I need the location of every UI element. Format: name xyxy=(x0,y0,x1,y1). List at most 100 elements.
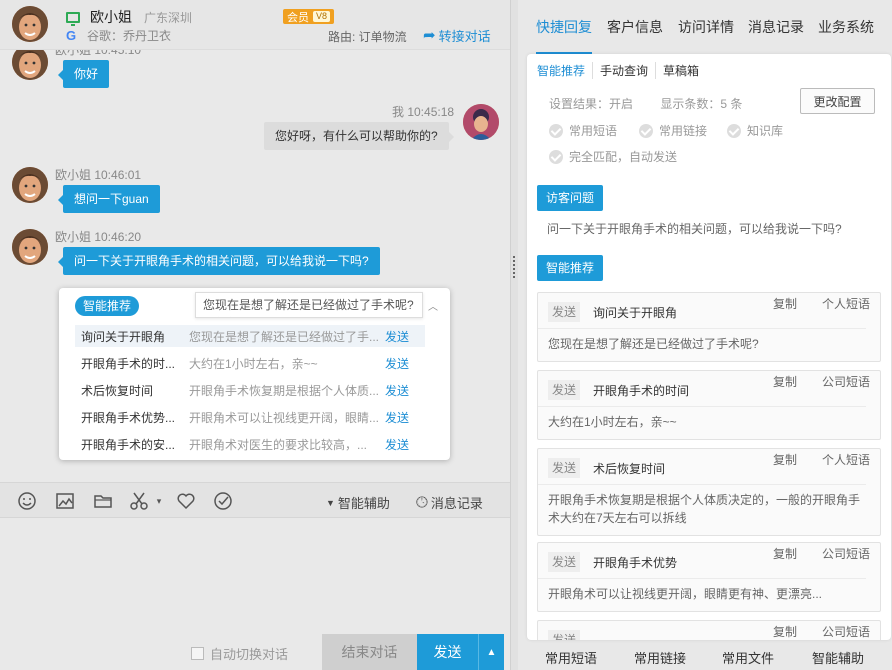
message-input[interactable] xyxy=(0,518,510,634)
check-circle-icon xyxy=(727,123,741,138)
record-send-button[interactable]: 发送 xyxy=(548,630,581,640)
member-level: V8 xyxy=(313,11,331,22)
check-circle-icon xyxy=(549,123,563,138)
tab-message-history[interactable]: 消息记录 xyxy=(748,17,804,37)
chevron-up-icon[interactable]: ︿ xyxy=(428,298,438,313)
side-tabs: 快捷回复 客户信息 访问详情 消息记录 业务系统 xyxy=(518,0,892,54)
agent-avatar xyxy=(463,104,499,140)
suggest-send-button[interactable]: 发送 xyxy=(385,355,415,372)
suggest-send-button[interactable]: 发送 xyxy=(385,328,415,345)
reply-record[interactable]: 发送 复制 公司短语 xyxy=(537,620,881,640)
record-send-button[interactable]: 发送 xyxy=(548,552,581,572)
record-send-button[interactable]: 发送 xyxy=(548,302,581,322)
suggest-send-button[interactable]: 发送 xyxy=(385,382,415,399)
chevron-down-icon[interactable]: ▾ xyxy=(148,490,170,512)
visitor-avatar xyxy=(12,229,48,265)
monitor-icon xyxy=(66,11,80,26)
check-auto-send: 完全匹配，自动发送 xyxy=(549,148,677,165)
phrase-kind: 公司短语 xyxy=(822,547,871,561)
tab-visit-detail[interactable]: 访问详情 xyxy=(678,17,734,37)
chat-panel: 欧小姐 广东深圳 会员 V8 G 谷歌：乔丹卫衣 路由: 订单物流 ➦ 转接对话… xyxy=(0,0,510,670)
suggest-row[interactable]: 开眼角手术优势... 开眼角术可以让视线更开阔，眼睛... 发送 xyxy=(75,406,425,428)
subtab-drafts[interactable]: 草稿箱 xyxy=(655,62,706,79)
tab-customer-info[interactable]: 客户信息 xyxy=(607,17,663,37)
folder-icon[interactable] xyxy=(92,490,114,512)
reply-record[interactable]: 发送 询问关于开眼角 复制 个人短语 您现在是想了解还是已经做过了手术呢? xyxy=(537,292,881,362)
check-circle-icon xyxy=(639,123,653,138)
tab-business-system[interactable]: 业务系统 xyxy=(818,17,874,37)
end-conversation-button[interactable]: 结束对话 xyxy=(322,634,417,670)
check-phrases: 常用短语 xyxy=(549,122,617,139)
suggest-row[interactable]: 询问关于开眼角 您现在是想了解还是已经做过了手... 发送 xyxy=(75,325,425,347)
message-bubble: 您好呀，有什么可以帮助你的? xyxy=(264,122,454,150)
route-label: 路由: 订单物流 xyxy=(328,30,407,44)
suggest-row[interactable]: 术后恢复时间 开眼角手术恢复期是根据个人体质... 发送 xyxy=(75,379,425,401)
visitor-name: 欧小姐 xyxy=(90,9,132,25)
suggest-tooltip: 您现在是想了解还是已经做过了手术呢? xyxy=(195,292,423,318)
message-meta: 欧小姐 10:45:10 xyxy=(55,50,142,57)
copy-button[interactable]: 复制 xyxy=(773,451,797,468)
record-send-button[interactable]: 发送 xyxy=(548,458,581,478)
suggest-send-button[interactable]: 发送 xyxy=(385,436,415,453)
message-history-button[interactable]: 🕓︎ 消息记录 xyxy=(416,493,483,512)
clock-icon: 🕓︎ xyxy=(416,494,428,511)
chat-header: 欧小姐 广东深圳 会员 V8 G 谷歌：乔丹卫衣 路由: 订单物流 ➦ 转接对话 xyxy=(0,0,510,50)
google-icon: G xyxy=(66,27,77,43)
smart-assist-toggle[interactable]: ▼ 智能辅助 xyxy=(326,493,390,512)
copy-button[interactable]: 复制 xyxy=(773,373,797,390)
side-bottom-tabs: 常用短语 常用链接 常用文件 智能辅助 xyxy=(518,640,892,670)
reply-record[interactable]: 发送 术后恢复时间 复制 个人短语 开眼角手术恢复期是根据个人体质决定的，一般的… xyxy=(537,448,881,536)
heart-icon[interactable] xyxy=(175,490,197,512)
checkbox-icon[interactable] xyxy=(191,647,204,660)
tab-quick-reply[interactable]: 快捷回复 xyxy=(536,17,592,54)
quick-reply-subtabs: 智能推荐 手动查询 草稿箱 xyxy=(537,62,706,79)
copy-button[interactable]: 复制 xyxy=(773,545,797,562)
suggest-send-button[interactable]: 发送 xyxy=(385,409,415,426)
side-panel: 快捷回复 客户信息 访问详情 消息记录 业务系统 智能推荐 手动查询 草稿箱 设… xyxy=(518,0,892,670)
send-options-icon[interactable]: ▲ xyxy=(478,634,504,670)
smart-suggest-tag: 智能推荐 xyxy=(75,296,140,316)
phrase-kind: 公司短语 xyxy=(822,625,871,639)
evaluate-icon[interactable] xyxy=(212,490,234,512)
suggest-row[interactable]: 开眼角手术的安... 开眼角术对医生的要求比较高，... 发送 xyxy=(75,433,425,455)
phrase-kind: 个人短语 xyxy=(822,453,871,467)
record-send-button[interactable]: 发送 xyxy=(548,380,581,400)
copy-button[interactable]: 复制 xyxy=(773,623,797,640)
check-knowledge: 知识库 xyxy=(727,122,783,139)
reply-record[interactable]: 发送 开眼角手术的时间 复制 公司短语 大约在1小时左右，亲~~ xyxy=(537,370,881,440)
emoji-icon[interactable] xyxy=(16,490,38,512)
chat-footer: 自动切换对话 结束对话 发送 ▲ xyxy=(0,634,510,670)
scissors-icon[interactable] xyxy=(128,490,150,512)
visitor-avatar[interactable] xyxy=(12,6,48,42)
caret-down-icon: ▼ xyxy=(326,497,335,508)
change-config-button[interactable]: 更改配置 xyxy=(800,88,875,114)
send-button[interactable]: 发送 xyxy=(417,634,478,670)
message-bubble: 问一下关于开眼角手术的相关问题，可以给我说一下吗? xyxy=(58,247,380,275)
bottom-tab-phrases[interactable]: 常用短语 xyxy=(545,648,597,667)
copy-button[interactable]: 复制 xyxy=(773,295,797,312)
phrase-kind: 个人短语 xyxy=(822,297,871,311)
quick-reply-card[interactable]: 智能推荐 手动查询 草稿箱 设置结果：开启 显示条数：5 条 更改配置 常用短语… xyxy=(527,54,891,640)
visitor-question-tag: 访客问题 xyxy=(537,185,604,211)
reply-record[interactable]: 发送 开眼角手术优势 复制 公司短语 开眼角术可以让视线更开阔，眼睛更有神、更漂… xyxy=(537,542,881,612)
transfer-button[interactable]: ➦ 转接对话 xyxy=(423,26,491,45)
image-icon[interactable] xyxy=(54,490,76,512)
visitor-avatar xyxy=(12,50,48,80)
bottom-tab-smart-assist[interactable]: 智能辅助 xyxy=(812,648,864,667)
subtab-manual-search[interactable]: 手动查询 xyxy=(592,62,655,79)
message-bubble: 想问一下guan xyxy=(58,185,160,213)
suggest-row[interactable]: 开眼角手术的时... 大约在1小时左右，亲~~ 发送 xyxy=(75,352,425,374)
auto-switch-checkbox[interactable]: 自动切换对话 xyxy=(191,644,288,663)
share-arrow-icon: ➦ xyxy=(423,26,436,44)
bottom-tab-files[interactable]: 常用文件 xyxy=(722,648,774,667)
message-meta: 欧小姐 10:46:01 xyxy=(55,168,142,182)
smart-recommend-tag: 智能推荐 xyxy=(537,255,604,281)
bottom-tab-links[interactable]: 常用链接 xyxy=(634,648,686,667)
message-bubble: 你好 xyxy=(57,60,110,88)
visitor-source: 谷歌：乔丹卫衣 xyxy=(87,28,172,43)
panel-splitter[interactable] xyxy=(510,0,518,670)
smart-suggest-popup[interactable]: 智能推荐 您现在是想了解还是已经做过了手术呢? ︿ 询问关于开眼角 您现在是想了… xyxy=(59,288,450,460)
subtab-smart-recommend[interactable]: 智能推荐 xyxy=(537,62,592,79)
visitor-location: 广东深圳 xyxy=(144,10,193,25)
drag-handle-icon[interactable] xyxy=(513,256,515,280)
